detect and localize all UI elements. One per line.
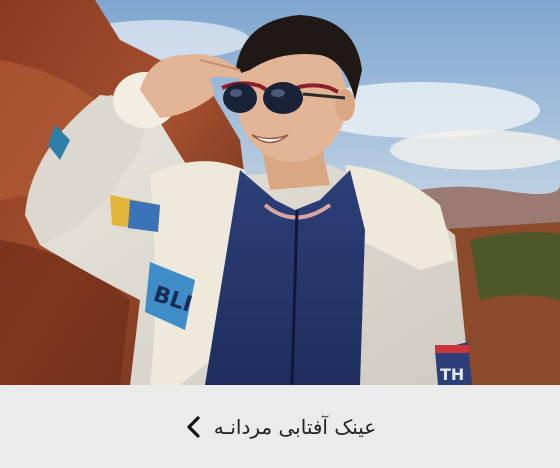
category-title: عینک آفتابی مردانـه <box>213 414 377 439</box>
banner-image[interactable]: BLI TH <box>0 0 560 385</box>
chevron-left-icon <box>184 415 202 439</box>
caption-link[interactable]: عینک آفتابی مردانـه <box>184 415 376 439</box>
category-banner-card[interactable]: BLI TH عینک آفتابی مردانـه <box>0 0 560 468</box>
caption-bar[interactable]: عینک آفتابی مردانـه <box>0 385 560 468</box>
svg-text:TH: TH <box>440 365 464 384</box>
